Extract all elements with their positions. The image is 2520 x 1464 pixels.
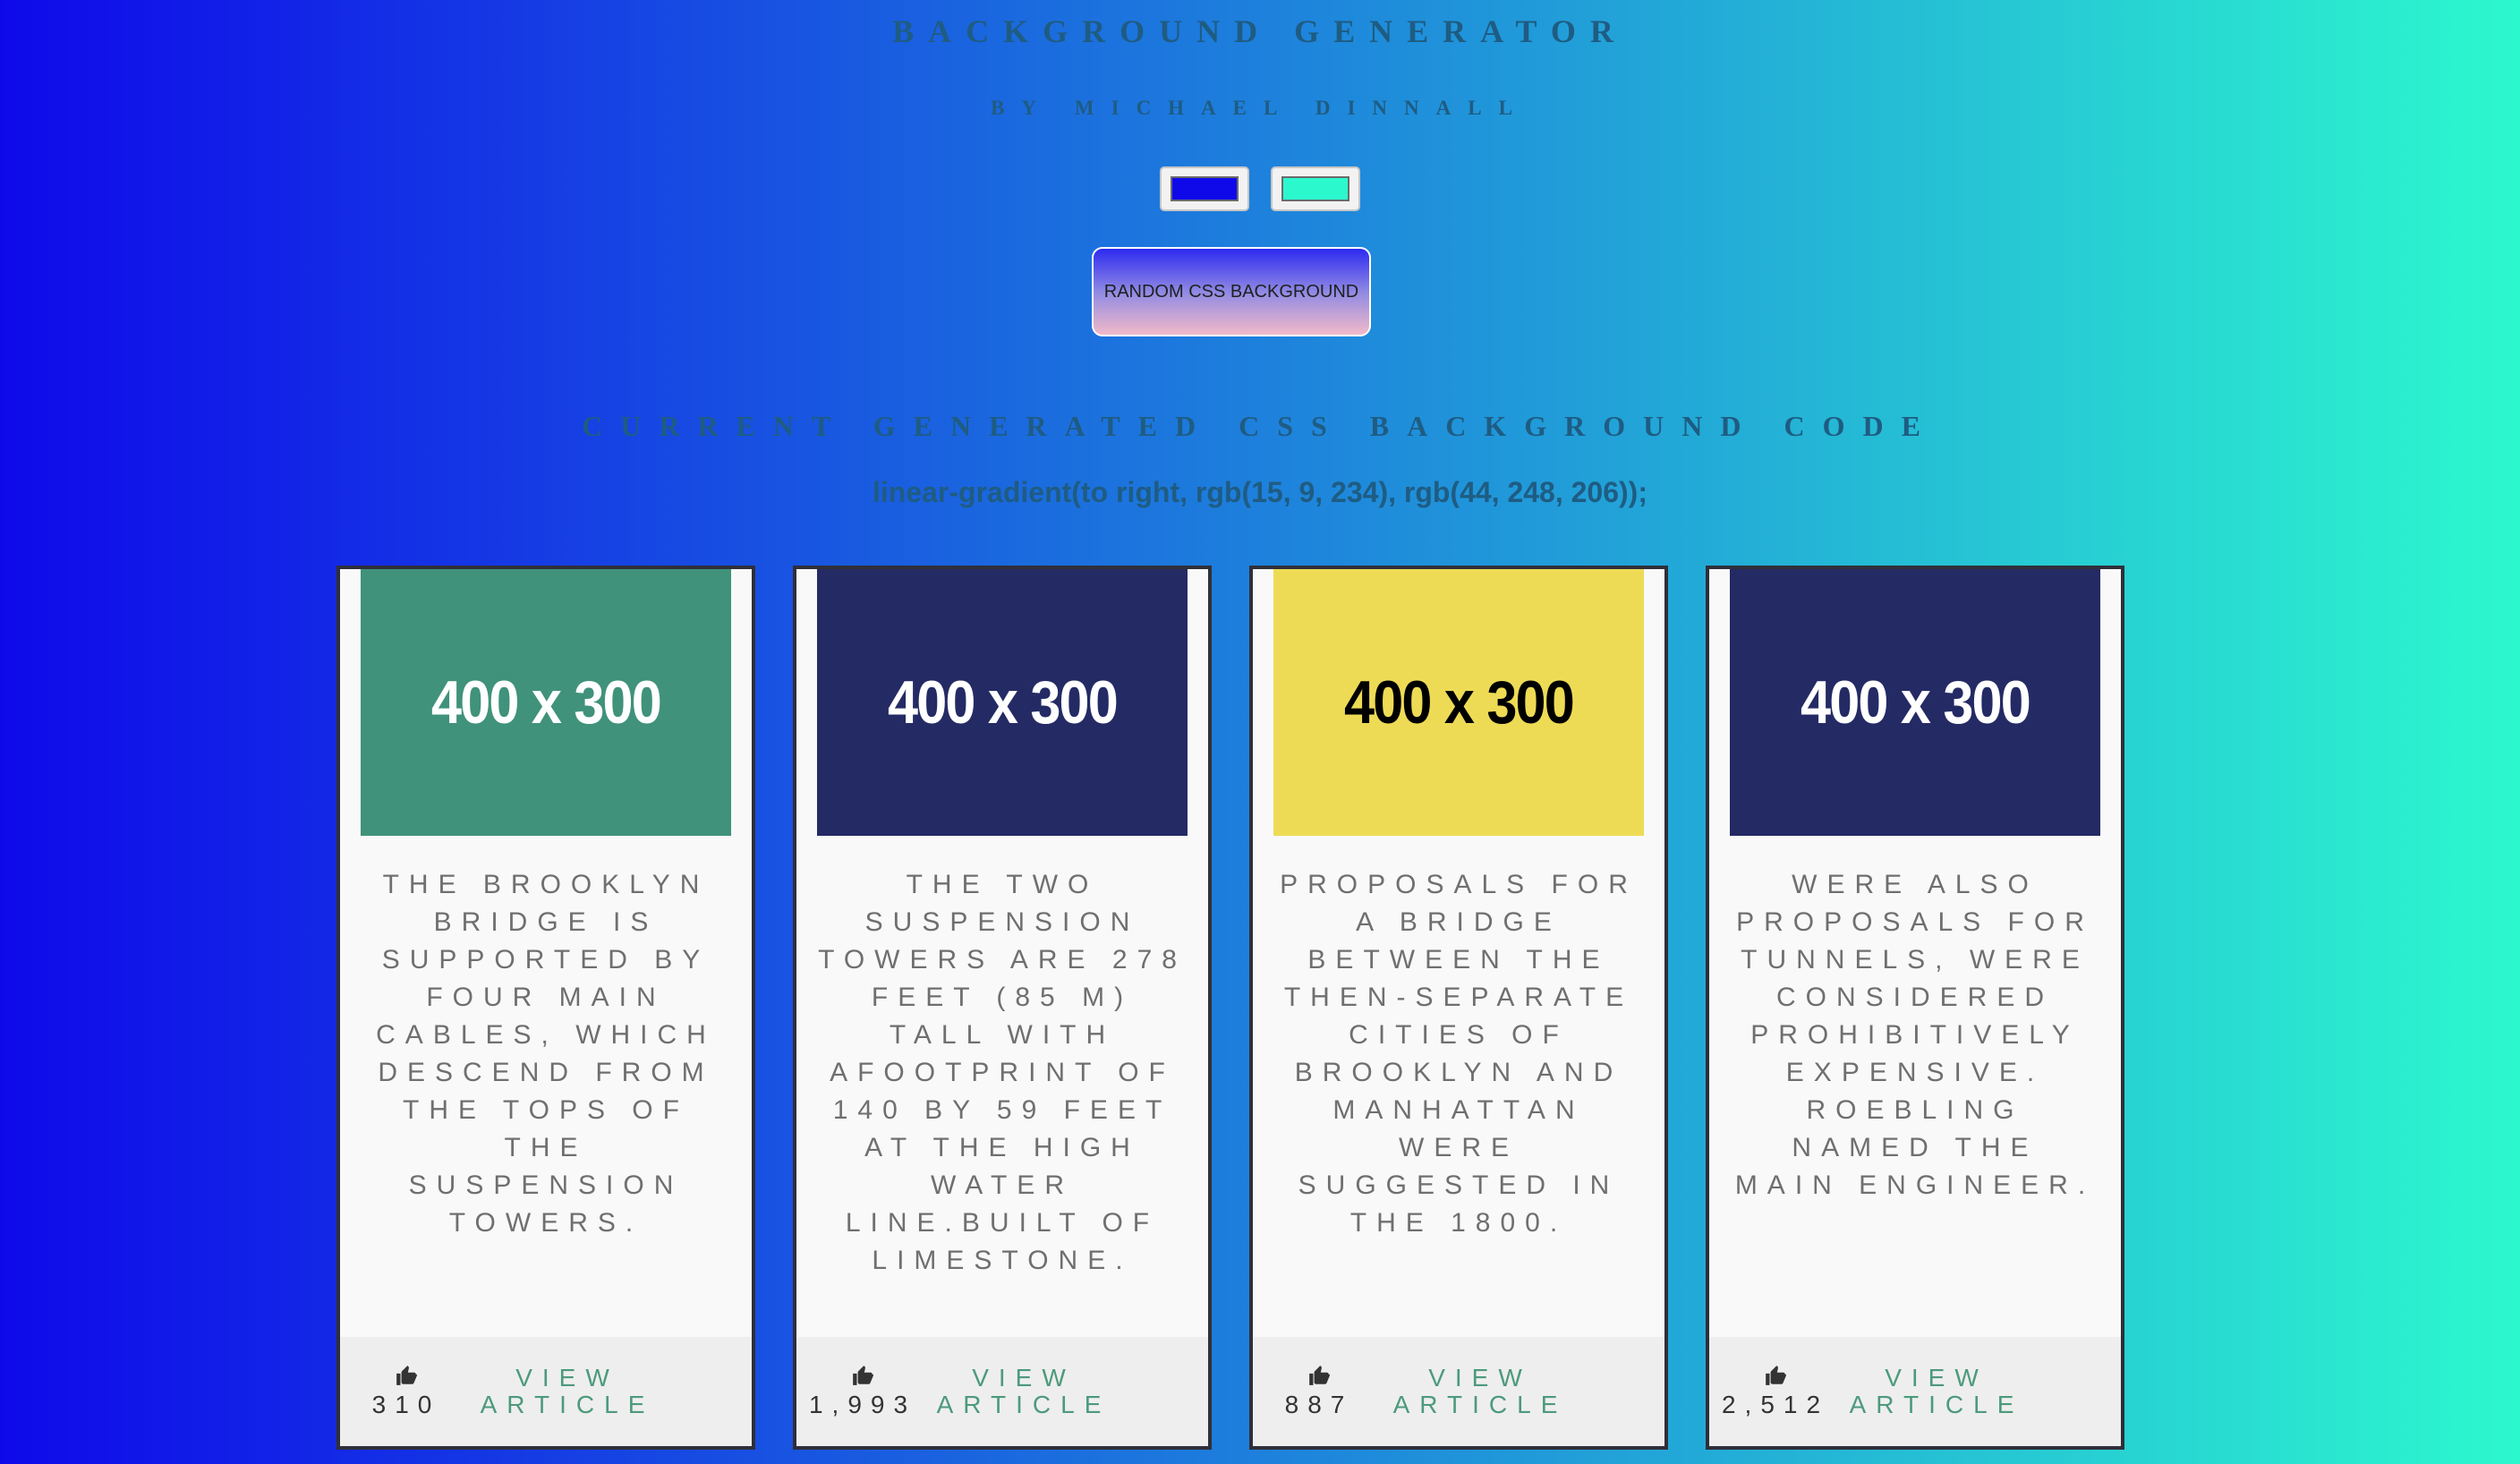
page: BACKGROUND GENERATOR BY MICHAEL DINNALL … bbox=[0, 0, 2520, 1464]
thumbs-up-icon bbox=[1766, 1366, 1786, 1385]
color-swatch-2 bbox=[1281, 176, 1349, 201]
card-image-placeholder: 400 x 300 bbox=[1273, 569, 1644, 836]
like-count: 2,512 bbox=[1721, 1391, 1830, 1418]
card-text: THE TWO SUSPENSION TOWERS ARE 278 FEET (… bbox=[818, 870, 1187, 1275]
card-footer: 2,512 VIEW ARTICLE bbox=[1709, 1337, 2121, 1446]
thumbs-up-icon bbox=[1309, 1366, 1330, 1385]
article-card: 400 x 300 THE TWO SUSPENSION TOWERS ARE … bbox=[793, 566, 1212, 1450]
card-text: PROPOSALS FOR A BRIDGE BETWEEN THE THEN-… bbox=[1280, 870, 1638, 1238]
color-picker-2[interactable] bbox=[1271, 166, 1360, 211]
css-code-heading: CURRENT GENERATED CSS BACKGROUND CODE bbox=[582, 410, 1938, 442]
card-footer: 887 VIEW ARTICLE bbox=[1253, 1337, 1664, 1446]
article-card: 400 x 300 WERE ALSO PROPOSALS FOR TUNNEL… bbox=[1706, 566, 2124, 1450]
card-image-placeholder: 400 x 300 bbox=[817, 569, 1188, 836]
like-count: 310 bbox=[371, 1391, 441, 1418]
color-swatch-1 bbox=[1171, 176, 1239, 201]
article-card: 400 x 300 PROPOSALS FOR A BRIDGE BETWEEN… bbox=[1249, 566, 1668, 1450]
like-button[interactable]: 887 bbox=[1278, 1364, 1360, 1419]
view-article-link[interactable]: VIEW ARTICLE bbox=[1391, 1365, 1570, 1418]
article-card: 400 x 300 THE BROOKLYN BRIDGE IS SUPPORT… bbox=[336, 566, 755, 1450]
view-article-link[interactable]: VIEW ARTICLE bbox=[478, 1365, 657, 1418]
view-article-link[interactable]: VIEW ARTICLE bbox=[1847, 1365, 2026, 1418]
thumbs-up-icon bbox=[396, 1366, 417, 1385]
card-text: THE BROOKLYN BRIDGE IS SUPPORTED BY FOUR… bbox=[376, 870, 716, 1238]
random-background-button[interactable]: RANDOM CSS BACKGROUND bbox=[1092, 247, 1371, 336]
card-footer: 1,993 VIEW ARTICLE bbox=[796, 1337, 1208, 1446]
view-article-link[interactable]: VIEW ARTICLE bbox=[934, 1365, 1113, 1418]
like-count: 1,993 bbox=[808, 1391, 917, 1418]
css-code-output: linear-gradient(to right, rgb(15, 9, 234… bbox=[873, 476, 1647, 508]
like-button[interactable]: 310 bbox=[365, 1364, 447, 1419]
card-image-placeholder: 400 x 300 bbox=[1730, 569, 2100, 836]
like-count: 887 bbox=[1284, 1391, 1354, 1418]
like-button[interactable]: 2,512 bbox=[1722, 1364, 1820, 1419]
thumbs-up-icon bbox=[853, 1366, 873, 1385]
author-byline: BY MICHAEL DINNALL bbox=[991, 97, 1529, 119]
card-list: 400 x 300 THE BROOKLYN BRIDGE IS SUPPORT… bbox=[336, 566, 2124, 1450]
card-text: WERE ALSO PROPOSALS FOR TUNNELS, WERE CO… bbox=[1734, 870, 2096, 1200]
color-pickers bbox=[0, 166, 2520, 211]
page-title: BACKGROUND GENERATOR bbox=[892, 13, 1628, 49]
card-footer: 310 VIEW ARTICLE bbox=[340, 1337, 752, 1446]
color-picker-1[interactable] bbox=[1160, 166, 1249, 211]
card-image-placeholder: 400 x 300 bbox=[361, 569, 731, 836]
like-button[interactable]: 1,993 bbox=[809, 1364, 907, 1419]
